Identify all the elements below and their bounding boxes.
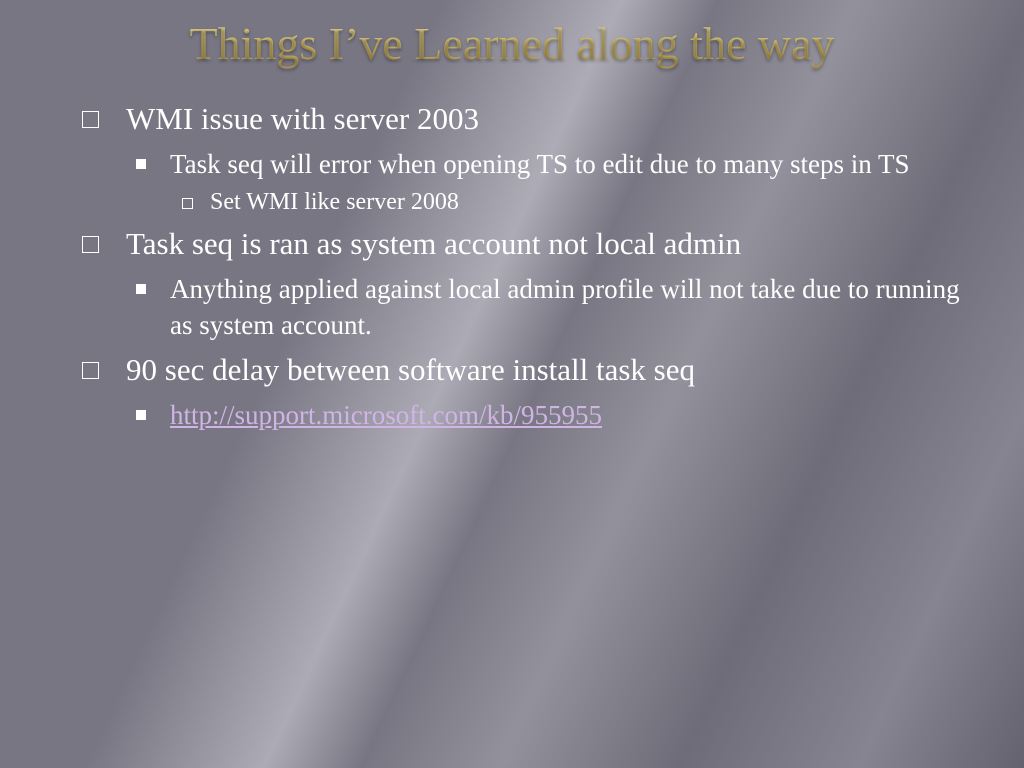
list-item: Task seq is ran as system account not lo… xyxy=(76,224,984,343)
list-item: Task seq will error when opening TS to e… xyxy=(126,146,984,219)
kb-link[interactable]: http://support.microsoft.com/kb/955955 xyxy=(170,400,602,430)
list-item: Anything applied against local admin pro… xyxy=(126,271,984,343)
bullet-text: 90 sec delay between software install ta… xyxy=(126,352,695,387)
list-item: 90 sec delay between software install ta… xyxy=(76,350,984,433)
list-item: WMI issue with server 2003 Task seq will… xyxy=(76,99,984,218)
bullet-text: Task seq will error when opening TS to e… xyxy=(170,149,910,179)
bullet-list-level2: Anything applied against local admin pro… xyxy=(126,271,984,343)
bullet-text: Set WMI like server 2008 xyxy=(210,189,459,215)
list-item: http://support.microsoft.com/kb/955955 xyxy=(126,397,984,433)
bullet-text: Task seq is ran as system account not lo… xyxy=(126,226,741,261)
list-item: Set WMI like server 2008 xyxy=(170,186,984,218)
slide-body: WMI issue with server 2003 Task seq will… xyxy=(40,99,984,433)
bullet-list-level2: Task seq will error when opening TS to e… xyxy=(126,146,984,219)
bullet-list-level3: Set WMI like server 2008 xyxy=(170,186,984,218)
bullet-text: Anything applied against local admin pro… xyxy=(170,274,960,340)
bullet-list-level2: http://support.microsoft.com/kb/955955 xyxy=(126,397,984,433)
slide-title: Things I’ve Learned along the way xyxy=(72,18,952,71)
bullet-list-level1: WMI issue with server 2003 Task seq will… xyxy=(76,99,984,433)
bullet-text: WMI issue with server 2003 xyxy=(126,101,479,136)
